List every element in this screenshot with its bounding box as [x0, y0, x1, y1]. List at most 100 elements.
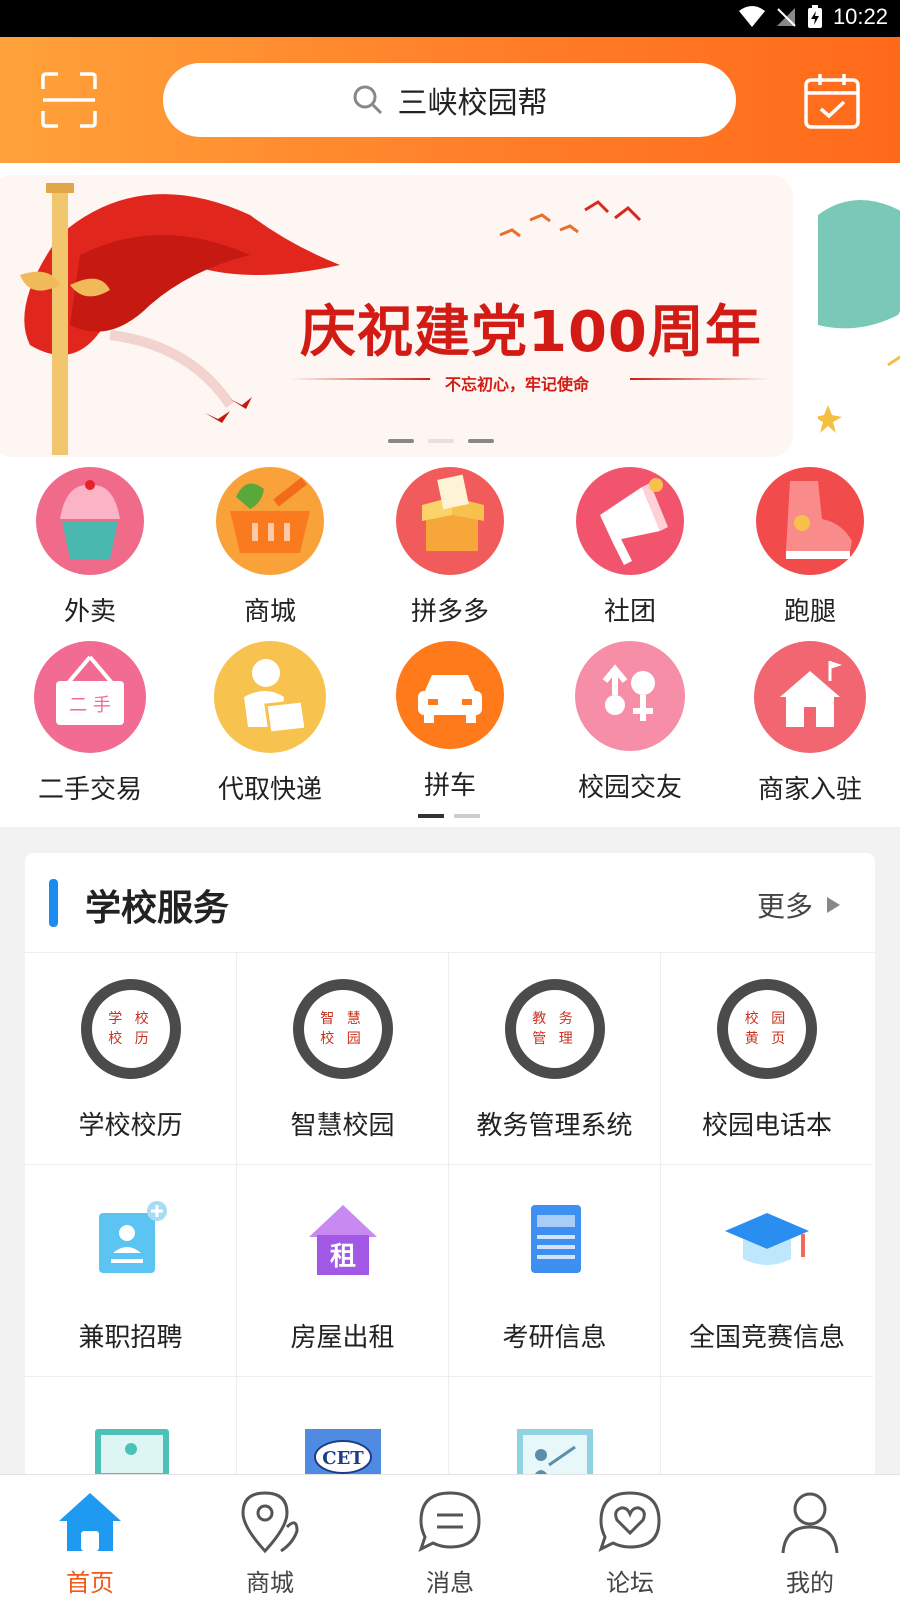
shoe-icon [756, 467, 864, 575]
service-label: 全国竞赛信息 [688, 1323, 845, 1353]
quick-item-mall[interactable]: 商城 [180, 467, 360, 628]
tab-label: 我的 [786, 1569, 834, 1597]
banner-title: 庆祝建党100周年 [300, 300, 762, 365]
quick-item-errands[interactable]: 跑腿 [720, 467, 900, 628]
service-label: 校园电话本 [701, 1111, 832, 1141]
no-signal-icon [776, 8, 796, 27]
tab-label: 首页 [66, 1569, 114, 1597]
home-icon [55, 1487, 125, 1557]
triangle-right-icon [827, 897, 840, 913]
tab-mall[interactable]: 商城 [180, 1475, 360, 1600]
service-house-rental[interactable]: 租 房屋出租 [237, 1165, 449, 1377]
search-icon [353, 85, 382, 115]
school-seal-icon: 智 慧校 园 [292, 979, 393, 1079]
map-pin-icon [235, 1487, 305, 1557]
search-placeholder: 三峡校园帮 [397, 86, 548, 121]
tab-messages[interactable]: 消息 [360, 1475, 540, 1600]
secondhand-sign-icon: 二 手 [34, 641, 146, 753]
service-campus-phonebook[interactable]: 校 园黄 页 校园电话本 [661, 953, 873, 1165]
banner-subtitle: 不忘初心，牢记使命 [445, 375, 590, 394]
tab-label: 论坛 [606, 1569, 654, 1597]
service-label: 考研信息 [502, 1323, 607, 1353]
quick-item-pinduoduo[interactable]: 拼多多 [360, 467, 540, 628]
courier-icon [214, 641, 326, 753]
service-school-calendar[interactable]: 学 校校 历 学校校历 [25, 953, 237, 1165]
banner-dot [388, 439, 414, 443]
car-icon [396, 641, 504, 749]
quick-item-label: 商家入驻 [757, 775, 862, 805]
more-button[interactable]: 更多 [757, 885, 841, 925]
banner-dot [468, 439, 494, 443]
section-accent-bar [49, 879, 58, 927]
more-label: 更多 [756, 890, 813, 923]
top-header: 三峡校园帮 [0, 37, 900, 163]
store-house-icon [754, 641, 866, 753]
quick-item-secondhand[interactable]: 二 手 二手交易 [0, 641, 180, 806]
banner-divider-right [630, 378, 770, 380]
scan-button[interactable] [40, 71, 98, 129]
svg-text:CET: CET [322, 1448, 364, 1469]
grid-dot-active [418, 814, 444, 818]
service-label: 兼职招聘 [78, 1323, 183, 1353]
basket-icon [216, 467, 324, 575]
megaphone-icon [576, 467, 684, 575]
bottom-tab-bar: 首页 商城 消息 论坛 我的 [0, 1474, 900, 1600]
section-title: 学校服务 [85, 888, 230, 929]
quick-item-label: 跑腿 [783, 597, 836, 627]
banner-divider-left [290, 378, 430, 380]
clock: 10:22 [832, 4, 888, 29]
quick-item-label: 拼车 [423, 771, 476, 801]
school-seal-icon: 校 园黄 页 [717, 979, 817, 1079]
service-smart-campus[interactable]: 智 慧校 园 智慧校园 [237, 953, 449, 1165]
service-label: 学校校历 [78, 1111, 183, 1141]
sign-in-calendar-button[interactable] [802, 71, 862, 131]
service-academic-system[interactable]: 教 务管 理 教务管理系统 [449, 953, 661, 1165]
quick-access-grid: 外卖 商城 拼多多 社团 跑腿 二 手 二手交易 代取快递 拼车 校园交友 商家… [0, 463, 900, 827]
services-grid: 学 校校 历 学校校历 智 慧校 园 智慧校园 教 务管 理 教务管理系统 校 … [25, 953, 875, 1493]
grid-page-indicator [418, 814, 480, 818]
school-services-card: 学校服务 更多 学 校校 历 学校校历 智 慧校 园 智慧校园 教 务管 理 教… [25, 853, 875, 1493]
gift-box-icon [396, 467, 504, 575]
quick-item-label: 商城 [243, 597, 296, 627]
banner-dot-active [428, 439, 454, 443]
gender-icon [575, 641, 685, 751]
quick-item-clubs[interactable]: 社团 [540, 467, 720, 628]
quick-item-label: 社团 [603, 597, 656, 627]
tab-label: 消息 [426, 1569, 474, 1597]
rent-house-icon: 租 [293, 1191, 393, 1291]
school-services-header: 学校服务 更多 [25, 853, 875, 953]
service-postgrad-info[interactable]: 考研信息 [449, 1165, 661, 1377]
tab-home[interactable]: 首页 [0, 1475, 180, 1600]
service-label: 智慧校园 [290, 1111, 395, 1141]
tab-forum[interactable]: 论坛 [540, 1475, 720, 1600]
svg-text:二 手: 二 手 [69, 695, 111, 716]
quick-item-merchant-join[interactable]: 商家入驻 [720, 641, 900, 806]
quick-item-dating[interactable]: 校园交友 [540, 641, 720, 804]
school-seal-icon: 教 务管 理 [504, 979, 605, 1079]
battery-charging-icon [807, 5, 822, 28]
quick-item-label: 代取快递 [217, 775, 322, 805]
grid-dot [454, 814, 480, 818]
banner-indicator [388, 439, 494, 443]
user-icon [775, 1487, 845, 1557]
banner-carousel[interactable]: 庆祝建党100周年 不忘初心，牢记使命 [0, 163, 900, 463]
banner-next-slide-peek[interactable] [818, 175, 900, 457]
calendar-check-icon [804, 74, 860, 129]
tab-profile[interactable]: 我的 [720, 1475, 900, 1600]
graduation-cap-icon [717, 1191, 817, 1291]
heart-bubble-icon [595, 1487, 665, 1557]
quick-item-label: 拼多多 [410, 597, 489, 627]
quick-item-takeout[interactable]: 外卖 [0, 467, 180, 628]
search-bar[interactable]: 三峡校园帮 [163, 63, 736, 137]
service-part-time-jobs[interactable]: 兼职招聘 [25, 1165, 237, 1377]
wifi-icon [738, 6, 765, 27]
service-label: 房屋出租 [290, 1323, 395, 1353]
quick-item-carpool[interactable]: 拼车 [360, 641, 540, 802]
doves-illustration [499, 200, 642, 238]
service-competition-info[interactable]: 全国竞赛信息 [661, 1165, 873, 1377]
quick-item-label: 外卖 [63, 597, 116, 627]
quick-item-courier[interactable]: 代取快递 [180, 641, 360, 806]
quick-item-label: 校园交友 [577, 773, 682, 803]
tab-label: 商城 [246, 1569, 294, 1597]
banner-slide[interactable]: 庆祝建党100周年 不忘初心，牢记使命 [0, 175, 793, 457]
